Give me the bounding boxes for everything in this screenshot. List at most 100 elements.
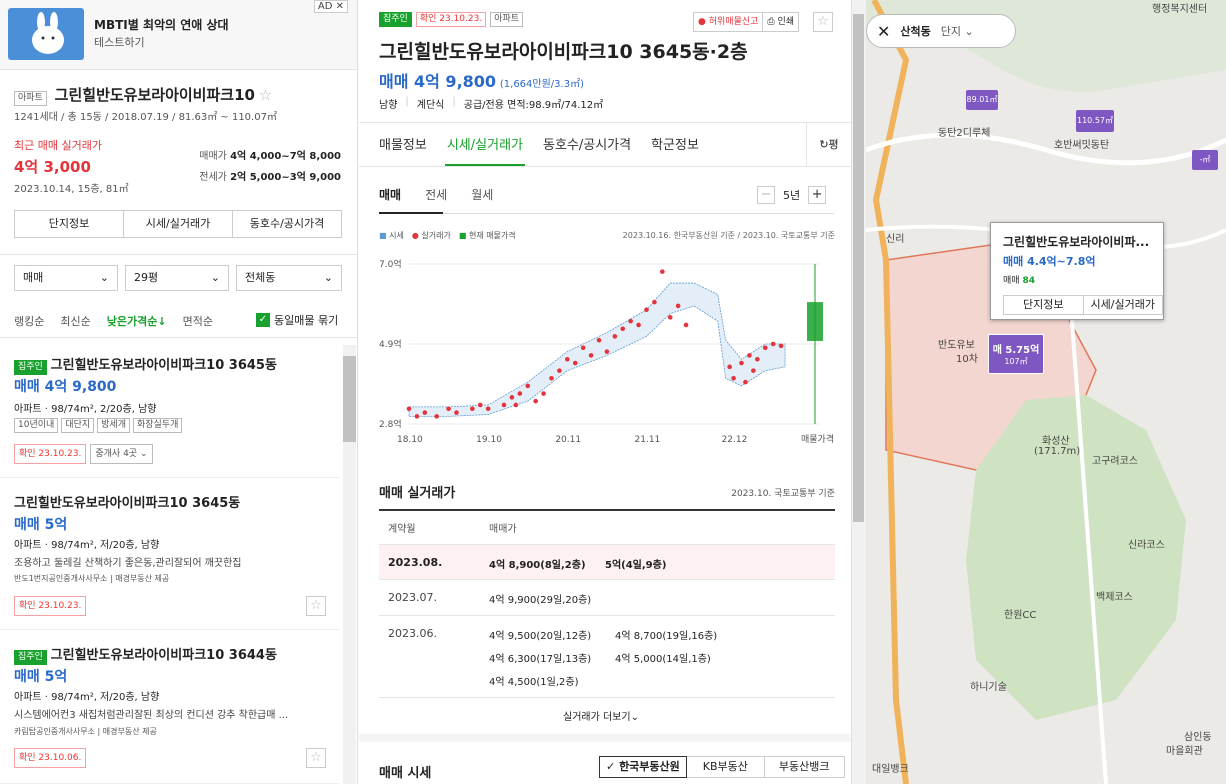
sale-range: 4억 4,000~7억 8,000: [230, 151, 341, 162]
rent-label: 전세가: [199, 172, 227, 183]
region-label[interactable]: 산척동: [900, 23, 930, 39]
popup-count-label: 매매: [1003, 276, 1020, 286]
listing-description: 조용하고 둘레길 산책하기 좋은동,관리잘되어 깨끗한집: [14, 558, 242, 569]
more-transactions-button[interactable]: 실거래가 더보기⌄: [563, 708, 639, 723]
bundle-label: 동일매물 묶기: [274, 314, 339, 327]
transaction-point: [731, 375, 736, 381]
favorite-star-icon[interactable]: ☆: [813, 12, 833, 32]
source-tab-kb[interactable]: KB부동산: [686, 756, 765, 778]
sort-lowest-price[interactable]: 낮은가격순↓: [107, 313, 167, 329]
listing-spec: 아파트 · 98/74m², 2/20층, 남향: [14, 404, 157, 415]
ad-label[interactable]: AD ✕: [313, 0, 348, 13]
divider: [359, 122, 851, 123]
transaction-point: [422, 410, 428, 415]
confirm-tag: 확인 23.10.06.: [14, 748, 87, 768]
map-pin[interactable]: 89.01㎡: [966, 90, 998, 110]
ad-subtitle[interactable]: 테스트하기: [94, 34, 145, 50]
map-pin[interactable]: 110.57㎡: [1076, 110, 1114, 132]
scrollbar-thumb[interactable]: [343, 356, 356, 442]
dong-select[interactable]: 전체동 ⌄: [236, 265, 342, 291]
subtab-sale[interactable]: 매매: [379, 186, 401, 203]
transaction-point: [454, 410, 459, 415]
map-label: 고구려코스: [1092, 456, 1138, 467]
unit-toggle[interactable]: ↻평: [806, 123, 851, 167]
favorite-star-icon[interactable]: ☆: [259, 86, 272, 104]
price-history-button[interactable]: 시세/실거래가: [124, 210, 233, 238]
favorite-star-icon[interactable]: ☆: [306, 596, 326, 616]
listing-price: 매매 5억: [14, 517, 68, 533]
deal-type-select[interactable]: 매매 ⌄: [14, 265, 118, 291]
table-row: 2023.06. 4억 9,500(20일,12층) 4억 8,700(19일,…: [379, 616, 835, 698]
subtab-monthly[interactable]: 월세: [471, 186, 493, 203]
complex-name: 그린힐반도유보라아이비파크10: [54, 86, 255, 104]
owner-tag: 집주인: [379, 12, 412, 27]
tab-listing-info[interactable]: 매물정보: [379, 134, 427, 153]
complex-info-button[interactable]: 단지정보: [14, 210, 124, 238]
feature-tag: 방세개: [97, 418, 130, 433]
row-price: 5억(4일,9층): [605, 560, 667, 571]
transaction-point: [652, 299, 657, 305]
tab-price-history[interactable]: 시세/실거래가: [447, 134, 523, 153]
ad-title[interactable]: MBTI별 최악의 연애 상대: [94, 16, 229, 33]
ad-banner[interactable]: MBTI별 최악의 연애 상대 테스트하기 AD ✕: [0, 0, 357, 70]
list-item[interactable]: 집주인 그린힐반도유보라아이비파크10 3645동 매매 4억 9,800 아파…: [0, 346, 340, 478]
listing-title: 그린힐반도유보라아이비파크10 3645동: [50, 358, 277, 373]
detail-panel: 집주인 확인 23.10.23. 아파트 ● 허위매물신고 ⎙ 인쇄 ☆ 그린힐…: [359, 0, 851, 784]
map-label: (171.7m): [1034, 446, 1081, 457]
agents-dropdown[interactable]: 중개사 4곳 ⌄: [90, 444, 153, 464]
map-view[interactable]: ✕ 산척동 단지 ⌄ 그린힐반도유보라아이비파... 매매 4.4억~7.8억 …: [866, 0, 1226, 784]
popup-complex-info-button[interactable]: 단지정보: [1003, 295, 1084, 315]
favorite-star-icon[interactable]: ☆: [306, 748, 326, 768]
close-icon[interactable]: ✕: [336, 1, 344, 12]
mode-select[interactable]: 단지 ⌄: [941, 23, 974, 39]
popup-buttons: 단지정보 시세/실거래가: [1003, 295, 1163, 315]
list-item[interactable]: 그린힐반도유보라아이비파크10 3645동 매매 5억 아파트 · 98/74m…: [0, 484, 340, 630]
legend-current: ■ 현재 매물가격: [458, 231, 516, 240]
row-month: 2023.06.: [388, 627, 437, 640]
popup-price-button[interactable]: 시세/실거래가: [1083, 295, 1163, 315]
divider: [359, 166, 851, 167]
print-button[interactable]: ⎙ 인쇄: [763, 13, 798, 31]
transaction-point: [683, 322, 689, 328]
tab-unit-price[interactable]: 동호수/공시가격: [543, 134, 631, 153]
source-label: 한국부동산원: [619, 760, 680, 773]
check-icon: ✓: [606, 760, 616, 773]
period-plus-button[interactable]: +: [808, 186, 827, 204]
transaction-point: [612, 334, 618, 339]
map-label: 신리: [886, 234, 905, 245]
sort-latest[interactable]: 최신순: [60, 313, 90, 329]
ad-image[interactable]: [8, 8, 84, 60]
unit-price-button[interactable]: 동호수/공시가격: [233, 210, 342, 238]
complex-popup[interactable]: 그린힐반도유보라아이비파... 매매 4.4억~7.8억 매매 84 단지정보 …: [990, 222, 1164, 320]
map-pin[interactable]: -㎡: [1192, 150, 1218, 170]
close-icon[interactable]: ✕: [877, 22, 890, 41]
period-minus-button[interactable]: −: [757, 186, 775, 204]
transaction-point: [501, 402, 507, 408]
source-tab-bank[interactable]: 부동산뱅크: [764, 756, 845, 778]
transaction-point: [509, 395, 515, 400]
list-item[interactable]: 집주인 그린힐반도유보라아이비파크10 3644동 매매 5억 아파트 · 98…: [0, 636, 340, 784]
checkbox-icon[interactable]: ✓: [256, 313, 270, 327]
sort-area[interactable]: 면적순: [183, 313, 213, 329]
area: 공급/전용 면적:98.9㎡/74.12㎡: [463, 100, 604, 111]
recent-label: 최근 매매 실거래가: [14, 139, 102, 152]
subtab-jeonse[interactable]: 전세: [425, 186, 447, 203]
report-button[interactable]: ● 허위매물신고: [694, 13, 764, 31]
transaction-point: [747, 353, 752, 358]
source-tab-reb[interactable]: ✓ 한국부동산원: [599, 756, 687, 778]
rabbit-illustration-icon: [32, 12, 64, 54]
legend-transactions: ● 실거래가: [411, 231, 451, 240]
selected-price-pin[interactable]: 매 5.75억 107㎡: [988, 334, 1044, 374]
price-chart[interactable]: 7.0억 4.9억 2.8억 18.10 19.10 20.11 21.11 22.12 매물가…: [379, 252, 839, 448]
listing-price: 매매 5억: [14, 669, 68, 685]
size-select[interactable]: 29평 ⌄: [125, 265, 229, 291]
sort-ranking[interactable]: 랭킹순: [14, 313, 44, 329]
transaction-point: [565, 356, 570, 362]
transaction-point: [636, 322, 641, 328]
map-canvas[interactable]: [866, 0, 1226, 784]
listing-price: 매매 4억 9,800: [14, 379, 117, 395]
bundle-toggle[interactable]: ✓ 동일매물 묶기: [256, 312, 338, 328]
feature-tag: 대단지: [61, 418, 95, 433]
tab-school[interactable]: 학군정보: [651, 134, 699, 153]
scrollbar-thumb[interactable]: [853, 14, 864, 522]
